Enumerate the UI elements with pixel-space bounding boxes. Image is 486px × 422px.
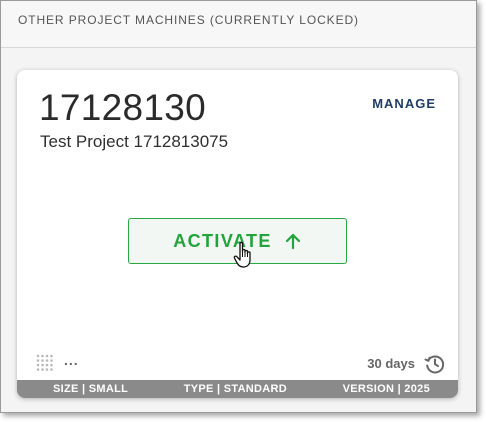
footer-size: SIZE | SMALL [53, 383, 129, 395]
machine-footer-bar: SIZE | SMALL TYPE | STANDARD VERSION | 2… [17, 380, 458, 398]
footer-version: VERSION | 2025 [342, 383, 430, 395]
days-remaining-label: 30 days [367, 356, 415, 371]
footer-type: TYPE | STANDARD [183, 383, 288, 395]
history-icon[interactable] [424, 353, 446, 375]
manage-link[interactable]: MANAGE [372, 96, 436, 111]
machine-number: 17128130 [39, 87, 207, 128]
arrow-up-icon [285, 233, 300, 250]
more-options-label[interactable]: ... [64, 352, 79, 368]
section-title: OTHER PROJECT MACHINES (CURRENTLY LOCKED… [18, 13, 359, 27]
locked-machines-panel: OTHER PROJECT MACHINES (CURRENTLY LOCKED… [0, 0, 477, 413]
activate-button[interactable]: ACTIVATE [128, 218, 347, 264]
machine-card: 17128130 Test Project 1712813075 MANAGE … [17, 70, 458, 398]
project-name: Test Project 1712813075 [40, 132, 229, 151]
section-header: OTHER PROJECT MACHINES (CURRENTLY LOCKED… [1, 1, 476, 48]
grid-dots-icon [36, 354, 53, 371]
activate-button-label: ACTIVATE [173, 230, 272, 251]
